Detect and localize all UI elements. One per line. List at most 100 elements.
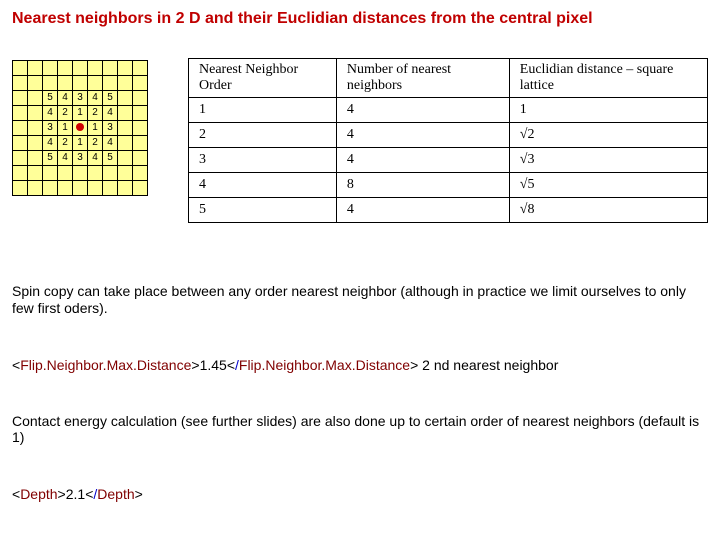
pixel-cell: 4 [88,91,103,106]
pixel-cell [13,106,28,121]
pixel-cell: 4 [58,151,73,166]
pixel-cell [118,136,133,151]
xml-value: 2.1 [66,486,85,502]
pixel-cell [13,121,28,136]
pixel-cell [73,181,88,196]
cell-order: 2 [189,123,337,148]
pixel-cell [133,166,148,181]
page-title: Nearest neighbors in 2 D and their Eucli… [12,10,708,28]
pixel-cell [28,136,43,151]
pixel-cell [103,166,118,181]
cell-order: 1 [189,98,337,123]
col-order: Nearest Neighbor Order [189,59,337,98]
pixel-cell: 4 [43,136,58,151]
cell-count: 8 [336,173,509,198]
paragraph-contact-energy: Contact energy calculation (see further … [12,413,708,447]
cell-distance: 1 [509,98,707,123]
diagram-row: 543454212431134212454345 Nearest Neighbo… [12,58,708,223]
pixel-cell [118,76,133,91]
cell-count: 4 [336,98,509,123]
pixel-cell [13,76,28,91]
pixel-cell [118,151,133,166]
pixel-cell [118,61,133,76]
pixel-cell [43,166,58,181]
pixel-cell [28,166,43,181]
pixel-cell [43,181,58,196]
pixel-cell [13,91,28,106]
pixel-cell: 3 [103,121,118,136]
cell-count: 4 [336,198,509,223]
pixel-cell [43,76,58,91]
pixel-cell: 3 [43,121,58,136]
pixel-cell [88,76,103,91]
table-row: 24√2 [189,123,708,148]
pixel-cell: 2 [58,136,73,151]
pixel-cell [133,61,148,76]
pixel-cell [88,181,103,196]
pixel-cell [88,61,103,76]
cell-count: 4 [336,123,509,148]
pixel-cell: 1 [58,121,73,136]
pixel-cell [118,181,133,196]
pixel-cell: 1 [73,136,88,151]
pixel-cell [118,106,133,121]
pixel-cell: 5 [43,151,58,166]
pixel-cell [118,121,133,136]
xml-tag-name: Depth [20,486,57,502]
pixel-cell: 4 [58,91,73,106]
pixel-cell [133,76,148,91]
pixel-cell [28,121,43,136]
cell-order: 5 [189,198,337,223]
pixel-cell [103,76,118,91]
pixel-cell [118,166,133,181]
xml-tag-name: Flip.Neighbor.Max.Distance [20,357,191,373]
pixel-cell [28,151,43,166]
pixel-cell [28,76,43,91]
pixel-cell [133,136,148,151]
pixel-cell [133,91,148,106]
pixel-cell [13,136,28,151]
cell-order: 3 [189,148,337,173]
pixel-cell [43,61,58,76]
table-row: 34√3 [189,148,708,173]
pixel-cell: 4 [43,106,58,121]
pixel-cell [73,166,88,181]
cell-distance: √2 [509,123,707,148]
cell-distance: √8 [509,198,707,223]
pixel-cell [58,76,73,91]
pixel-cell [58,181,73,196]
pixel-cell [133,106,148,121]
xml-flip-neighbor: <Flip.Neighbor.Max.Distance>1.45</Flip.N… [12,357,708,373]
pixel-grid: 543454212431134212454345 [12,58,148,196]
pixel-cell: 4 [103,106,118,121]
col-count: Number of nearest neighbors [336,59,509,98]
xml-tag-name-close: Depth [97,486,134,502]
pixel-cell [13,166,28,181]
pixel-cell: 3 [73,91,88,106]
pixel-cell: 4 [88,151,103,166]
pixel-cell: 4 [103,136,118,151]
pixel-cell [133,121,148,136]
pixel-cell [118,91,133,106]
cell-count: 4 [336,148,509,173]
pixel-cell [13,61,28,76]
center-pixel-dot [76,123,84,131]
pixel-cell: 3 [73,151,88,166]
pixel-cell [73,121,88,136]
pixel-cell [58,61,73,76]
pixel-cell [133,151,148,166]
xml-depth: <Depth>2.1</Depth> [12,486,708,502]
pixel-cell [103,61,118,76]
pixel-cell [28,181,43,196]
pixel-cell [28,106,43,121]
pixel-cell [28,61,43,76]
table-row: 141 [189,98,708,123]
pixel-cell [58,166,73,181]
cell-order: 4 [189,173,337,198]
pixel-cell [73,76,88,91]
col-dist: Euclidian distance – square lattice [509,59,707,98]
xml-tag-name-close: Flip.Neighbor.Max.Distance [239,357,410,373]
pixel-cell [13,151,28,166]
xml-value: 1.45 [200,357,227,373]
cell-distance: √5 [509,173,707,198]
